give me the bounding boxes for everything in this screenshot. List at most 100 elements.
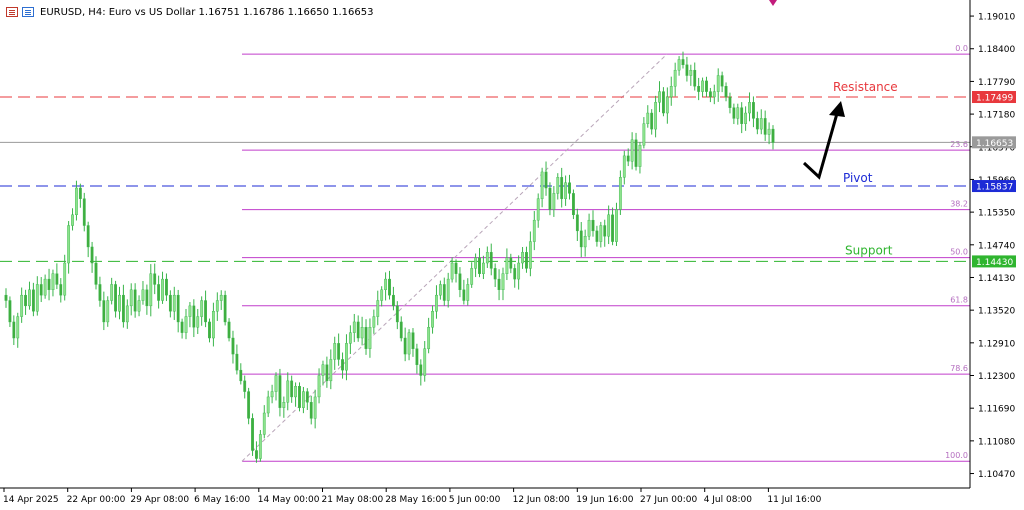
candle-body [505,257,509,274]
zigzag-arrow [802,101,845,180]
candle-body [184,316,188,333]
candle-body [423,348,427,376]
fib-level-label: 100.0 [945,451,968,460]
candle-body [247,391,251,419]
candle-body [212,311,215,339]
candle-body [658,91,661,103]
candle-body [309,402,313,419]
candle-body [407,332,411,355]
candle-body [446,278,450,301]
candle-body [708,91,712,98]
candle-body [298,386,301,408]
fib-level-label: 61.8 [950,296,968,305]
candle-body [415,348,419,365]
support-tag-text: 1.14430 [976,258,1013,268]
candle-body [568,182,571,194]
candle-body [615,209,618,242]
candle-body [352,321,356,333]
candle-body [345,343,348,371]
candle-body [192,305,196,328]
candle-body [435,294,438,312]
fib-level-label: 0.0 [955,44,968,53]
candle-body [689,69,693,76]
candle-body [646,112,650,124]
candle-body [431,311,434,328]
candle-body [235,353,239,371]
candle-body [724,86,728,98]
time-tick-label: 14 May 00:00 [258,495,320,505]
candle-body [693,69,697,87]
resistance-tag-text: 1.17499 [976,94,1013,104]
time-tick-label: 4 Jul 08:00 [704,495,753,505]
pivot-label: Pivot [843,171,873,185]
candle-body [485,252,489,264]
candle-body [47,278,51,291]
candle-body [630,139,634,162]
candle-body [28,289,31,307]
candle-body [149,273,153,307]
candle-body [478,257,481,274]
candle-body [403,337,407,355]
candle-body [384,278,387,291]
candle-body [172,294,176,312]
candle-body [118,294,121,312]
time-tick-label: 21 May 08:00 [322,495,384,505]
candle-body [364,327,368,349]
time-tick-label: 19 Jun 16:00 [576,495,633,505]
candle-body [650,112,654,130]
fib-level-label: 78.6 [950,364,968,373]
candle-body [102,300,106,323]
candle-body [165,278,168,296]
candle-body [329,359,333,382]
horizontal-lines[interactable] [0,96,970,262]
candle-body [86,225,90,248]
candle-body [200,300,204,317]
candle-body [509,257,513,269]
candle-body [501,273,505,291]
candle-body [266,396,270,414]
candle-body [740,107,744,124]
candle-body [4,294,8,301]
price-chart[interactable]: 0.0 23.6 38.2 50.0 61.8 78.6 100.0 1.19010 1.18… [0,0,1024,510]
candle-body [125,305,129,323]
candle-body [16,316,20,339]
time-tick-label: 22 Apr 00:00 [67,495,126,505]
candle-body [454,262,458,274]
trading-chart-window[interactable]: EURUSD, H4: Euro vs US Dollar 1.16751 1.… [0,0,1024,510]
candle-body [110,284,114,301]
candle-body [372,316,376,328]
candle-body [579,230,583,248]
candle-body [411,332,415,349]
candle-body [98,284,102,301]
candle-body [771,128,775,143]
candle-body [744,112,748,124]
candle-body [662,91,665,114]
candle-body [493,268,497,280]
price-tick-label: 1.17180 [978,111,1015,121]
price-tick-label: 1.14130 [978,274,1015,284]
candle-body [681,59,685,66]
candle-body [638,144,642,167]
candle-body [251,418,254,451]
candle-body [611,214,614,242]
line-labels: 1.16653 1.17499 Resistance 1.15837 Pivot 1.14… [833,80,1016,268]
candle-body [71,214,74,226]
arrow-head [829,101,845,117]
candle-body [388,278,391,296]
candle-body [654,102,658,130]
candle-body [121,294,125,323]
candle-body [153,273,157,285]
candle-body [489,252,493,269]
price-tick-label: 1.11080 [978,437,1015,447]
candle-body [626,155,630,162]
candle-body [227,321,231,339]
candle-body [450,262,454,280]
candle-body [75,187,78,216]
candle-body [231,337,235,355]
candle-body [8,300,12,323]
candle-body [337,343,341,360]
candle-body [278,375,282,408]
candle-body [458,273,462,291]
candle-body [513,268,517,280]
candle-body [540,171,544,199]
